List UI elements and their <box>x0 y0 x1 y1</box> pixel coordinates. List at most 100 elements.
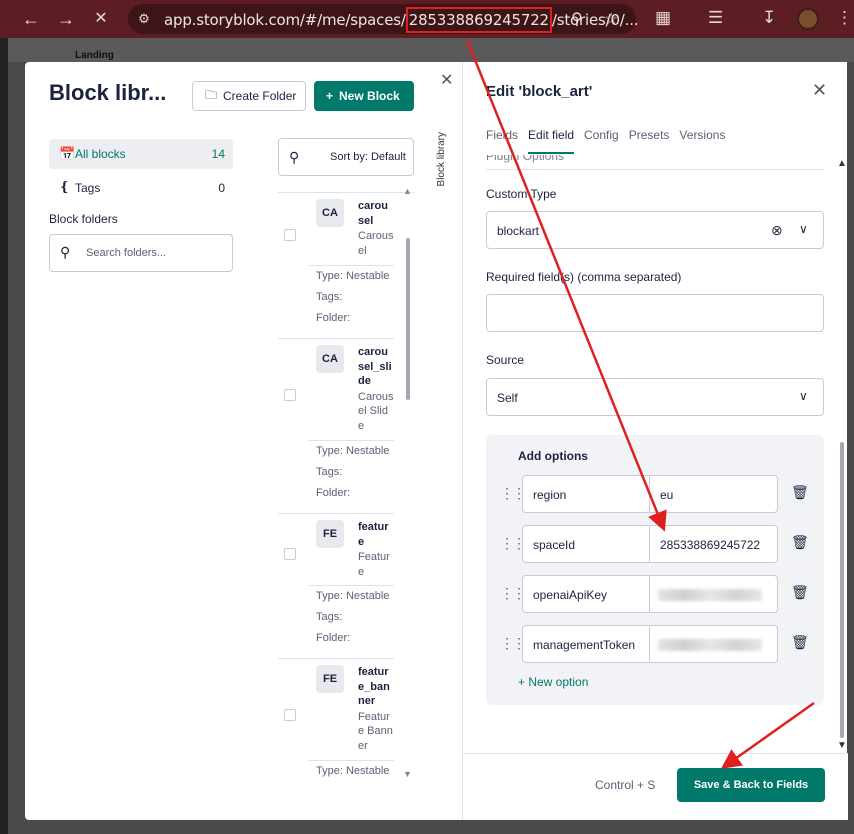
site-info-icon[interactable]: ⚙ <box>136 11 152 27</box>
option-key: spaceId <box>533 538 576 552</box>
drag-handle-icon[interactable]: ⋮⋮ <box>500 585 526 602</box>
drag-handle-icon[interactable]: ⋮⋮ <box>500 635 526 652</box>
star-icon[interactable]: ☆ <box>604 9 618 29</box>
block-list-scrollbar[interactable] <box>406 238 410 400</box>
search-icon: ⚲ <box>289 149 300 165</box>
option-key-input[interactable]: openaiApiKey <box>522 575 650 613</box>
save-back-button[interactable]: Save & Back to Fields <box>677 768 825 802</box>
block-sort-search[interactable]: ⚲ Sort by: Default <box>278 138 414 176</box>
block-row[interactable]: FE feature_banner Feature Banner Type: Ne… <box>278 659 394 784</box>
nav-all-blocks-count: 14 <box>211 147 225 161</box>
background-header <box>8 38 854 62</box>
tab-versions[interactable]: Versions <box>679 128 725 154</box>
chevron-down-icon[interactable]: ∨ <box>799 222 808 236</box>
custom-type-label: Custom Type <box>486 187 557 201</box>
option-key: managementToken <box>533 638 636 652</box>
option-key-input[interactable]: region <box>522 475 650 513</box>
block-checkbox[interactable] <box>284 229 296 241</box>
address-bar[interactable]: ⚙ app.storyblok.com/#/me/spaces/28533886… <box>128 4 639 34</box>
nav-all-blocks[interactable]: 📅 All blocks 14 <box>49 139 233 169</box>
edit-footer: Control + S Save & Back to Fields <box>463 753 848 820</box>
folders-heading: Block folders <box>49 212 118 226</box>
trash-icon[interactable]: 🗑 <box>791 534 809 551</box>
folder-search-input[interactable]: ⚲ Search folders... <box>49 234 233 272</box>
sort-label[interactable]: Sort by: Default <box>330 151 406 163</box>
clear-icon[interactable]: ⊗ <box>771 222 783 239</box>
reading-list-icon[interactable]: ☰ <box>708 8 723 28</box>
drag-handle-icon[interactable]: ⋮⋮ <box>500 485 526 502</box>
block-row[interactable]: FE feature Feature Type: Nestable Tags: F… <box>278 514 394 659</box>
close-icon[interactable]: ✕ <box>440 70 453 90</box>
option-key-input[interactable]: spaceId <box>522 525 650 563</box>
save-shortcut-hint: Control + S <box>595 778 656 792</box>
scroll-up-icon[interactable]: ▲ <box>837 158 847 169</box>
nav-all-blocks-label: All blocks <box>75 147 126 161</box>
block-library-panel: Block libr... 🗀 Create Folder + New Bloc… <box>25 62 463 820</box>
arrow-right-icon[interactable]: → <box>53 6 79 32</box>
tab-fields[interactable]: Fields <box>486 128 518 154</box>
block-list: CA carousel Carousel Type: Nestable Tags:… <box>278 192 414 784</box>
scroll-down-icon[interactable]: ▼ <box>403 769 412 779</box>
plus-icon: + <box>326 89 334 103</box>
side-tab-label[interactable]: Block library <box>436 132 447 186</box>
block-checkbox[interactable] <box>284 548 296 560</box>
tab-config[interactable]: Config <box>584 128 619 154</box>
trash-icon[interactable]: 🗑 <box>791 484 809 501</box>
source-select[interactable]: Self ∨ <box>486 378 824 416</box>
option-key-input[interactable]: managementToken <box>522 625 650 663</box>
scroll-up-icon[interactable]: ▲ <box>403 186 412 196</box>
required-fields-label: Required field(s) (comma separated) <box>486 270 682 284</box>
masked-value <box>658 589 762 601</box>
new-block-label: New Block <box>339 89 400 103</box>
tab-edit-field[interactable]: Edit field <box>528 128 575 154</box>
extensions-icon[interactable]: ▦ <box>655 8 671 28</box>
trash-icon[interactable]: 🗑 <box>791 634 809 651</box>
custom-type-select[interactable]: blockart ⊗ ∨ <box>486 211 824 249</box>
trash-icon[interactable]: 🗑 <box>791 584 809 601</box>
block-type: Type: Nestable <box>316 590 390 602</box>
chevron-down-icon[interactable]: ∨ <box>799 389 808 403</box>
nav-tags-count: 0 <box>218 181 225 195</box>
search-icon: ⚲ <box>60 244 71 260</box>
close-icon[interactable]: ✕ <box>88 6 114 32</box>
block-display-name: Carousel <box>358 230 394 257</box>
option-value: 285338869245722 <box>660 538 761 552</box>
option-value-input[interactable] <box>649 625 778 663</box>
block-row[interactable]: CA carousel Carousel Type: Nestable Tags:… <box>278 193 394 339</box>
block-checkbox[interactable] <box>284 709 296 721</box>
plugin-options-label: Plugin Options <box>486 155 565 163</box>
new-option-button[interactable]: + New option <box>518 675 588 689</box>
background-terminal-strip <box>0 38 8 834</box>
nav-tags[interactable]: ❴ Tags 0 <box>49 173 233 201</box>
zoom-icon[interactable]: ⚲ <box>571 9 583 29</box>
background-title: Landing <box>75 50 114 61</box>
block-checkbox[interactable] <box>284 389 296 401</box>
url-prefix: app.storyblok.com/#/me/spaces/ <box>164 11 406 29</box>
tab-presets[interactable]: Presets <box>629 128 670 154</box>
edit-scrollbar[interactable] <box>840 442 844 738</box>
browser-toolbar: ← → ✕ ⚙ app.storyblok.com/#/me/spaces/28… <box>0 0 854 38</box>
block-meta: Type: Nestable Tags: Folder: <box>308 585 394 657</box>
block-folder: Folder: <box>316 487 351 499</box>
edit-tabs: Fields Edit field Config Presets Version… <box>486 128 735 154</box>
option-value-input[interactable] <box>649 575 778 613</box>
block-meta: Type: Nestable <box>308 760 394 784</box>
block-row[interactable]: CA carousel_slide Carousel Slide Type: Ne… <box>278 339 394 514</box>
option-value-input[interactable]: eu <box>649 475 778 513</box>
required-fields-input[interactable] <box>486 294 824 332</box>
nav-tags-label: Tags <box>75 181 101 195</box>
close-icon[interactable]: ✕ <box>812 80 827 101</box>
block-folder: Folder: <box>316 632 351 644</box>
scroll-down-icon[interactable]: ▼ <box>837 740 847 751</box>
new-block-button[interactable]: + New Block <box>314 81 414 111</box>
arrow-left-icon[interactable]: ← <box>18 6 44 32</box>
profile-avatar[interactable] <box>797 8 819 30</box>
drag-handle-icon[interactable]: ⋮⋮ <box>500 535 526 552</box>
block-meta: Type: Nestable Tags: Folder: <box>308 440 394 512</box>
create-folder-button[interactable]: 🗀 Create Folder <box>192 81 306 111</box>
block-display-name: Feature <box>358 551 390 578</box>
option-value-input[interactable]: 285338869245722 <box>649 525 778 563</box>
calendar-icon: 📅 <box>59 146 76 161</box>
menu-icon[interactable]: ⋮ <box>836 8 853 28</box>
download-icon[interactable]: ↧ <box>762 8 776 28</box>
